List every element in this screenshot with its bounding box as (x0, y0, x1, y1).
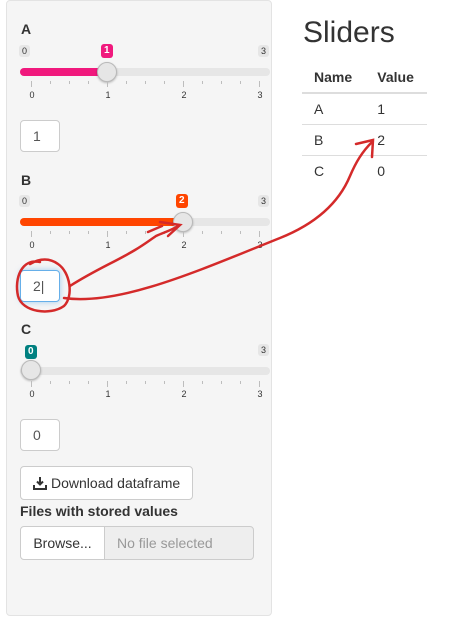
slider-a-minor-tick (145, 81, 146, 84)
slider-b-value-badge: 2 (176, 194, 188, 208)
slider-a-minor-tick (164, 81, 165, 84)
slider-a-tick (183, 81, 184, 87)
column-header-value: Value (365, 62, 427, 94)
slider-c-minor-tick (88, 381, 89, 384)
slider-a-fill (20, 68, 107, 76)
slider-b-tick (183, 231, 184, 237)
slider-b-minor-tick (50, 231, 51, 234)
slider-a-tick-label: 0 (29, 90, 35, 100)
slider-a-tick-label: 3 (257, 90, 263, 100)
download-dataframe-button[interactable]: Download dataframe (20, 466, 193, 500)
slider-a-tick-label: 2 (181, 90, 187, 100)
files-label: Files with stored values (20, 503, 178, 519)
slider-c-tick-label: 0 (29, 389, 35, 399)
slider-a-tick-label: 1 (105, 90, 111, 100)
slider-b-minor-tick (240, 231, 241, 234)
table-cell-value: 2 (365, 124, 427, 156)
slider-a-minor-tick (88, 81, 89, 84)
slider-b-min-label: 0 (19, 195, 31, 207)
table-cell-value: 1 (365, 93, 427, 125)
table-row: A 1 (302, 93, 427, 125)
page-title: Sliders (303, 16, 395, 49)
slider-a-value-badge: 1 (101, 44, 113, 58)
slider-c-minor-tick (221, 381, 222, 384)
slider-c-minor-tick (240, 381, 241, 384)
slider-a-minor-tick (240, 81, 241, 84)
sidebar-panel: A 0 3 1 0 1 2 3 1 B 0 3 2 0 1 2 3 2| C 3… (6, 0, 272, 616)
slider-c-max-label: 3 (258, 344, 270, 356)
table-cell-name: A (302, 93, 366, 125)
slider-a-max-label: 3 (258, 45, 270, 57)
slider-c-label: C (21, 321, 32, 337)
table-cell-name: C (314, 163, 325, 179)
slider-b-handle[interactable] (173, 212, 193, 232)
slider-a-track[interactable] (20, 68, 270, 76)
slider-b-minor-tick (126, 231, 127, 234)
table-row: B 2 (302, 124, 427, 156)
slider-a-tick (107, 81, 108, 87)
slider-a-minor-tick (221, 81, 222, 84)
slider-c-tick (31, 381, 32, 387)
slider-c-minor-tick (69, 381, 70, 384)
slider-c-minor-tick (145, 381, 146, 384)
slider-b-tick (31, 231, 32, 237)
slider-b-minor-tick (69, 231, 70, 234)
slider-b-max-label: 3 (258, 195, 270, 207)
slider-b-label: B (21, 172, 32, 188)
slider-c-minor-tick (126, 381, 127, 384)
slider-a-tick (259, 81, 260, 87)
slider-b-tick-label: 3 (257, 240, 263, 250)
slider-c-tick-label: 1 (105, 389, 111, 399)
slider-c-handle[interactable] (21, 360, 41, 380)
slider-a-minor-tick (126, 81, 127, 84)
download-icon (33, 477, 47, 490)
slider-c-number-input[interactable]: 0 (20, 419, 60, 451)
slider-b-minor-tick (88, 231, 89, 234)
table-row: C 0 (302, 156, 427, 187)
slider-b-tick-label: 2 (181, 240, 187, 250)
slider-c-tick-label: 3 (257, 389, 263, 399)
slider-a-handle[interactable] (97, 62, 117, 82)
column-header-name: Name (302, 62, 366, 94)
slider-a-min-label: 0 (19, 45, 31, 57)
slider-c-tick (107, 381, 108, 387)
slider-b-tick-label: 0 (29, 240, 35, 250)
slider-b-minor-tick (202, 231, 203, 234)
file-name-field[interactable]: No file selected (104, 526, 254, 560)
table-cell-name: B (302, 124, 366, 156)
slider-b-tick-label: 1 (105, 240, 111, 250)
slider-a-label: A (21, 21, 32, 37)
slider-a-number-input[interactable]: 1 (20, 120, 60, 152)
slider-a-minor-tick (69, 81, 70, 84)
slider-a-minor-tick (202, 81, 203, 84)
slider-c-tick (259, 381, 260, 387)
slider-c-minor-tick (202, 381, 203, 384)
slider-a-tick (31, 81, 32, 87)
slider-c-minor-tick (50, 381, 51, 384)
slider-c-track[interactable] (20, 367, 270, 375)
slider-b-minor-tick (145, 231, 146, 234)
table-cell-value: 0 (377, 163, 386, 179)
browse-button[interactable]: Browse... (20, 526, 105, 560)
slider-b-number-input[interactable]: 2| (20, 270, 60, 302)
slider-a-minor-tick (50, 81, 51, 84)
slider-b-tick (259, 231, 260, 237)
slider-b-fill (20, 218, 183, 226)
table-header-row: Name Value (302, 62, 427, 94)
slider-c-minor-tick (164, 381, 165, 384)
slider-c-tick-label: 2 (181, 389, 187, 399)
slider-b-minor-tick (164, 231, 165, 234)
slider-b-tick (107, 231, 108, 237)
slider-b-track[interactable] (20, 218, 270, 226)
slider-c-tick (183, 381, 184, 387)
slider-b-minor-tick (221, 231, 222, 234)
values-table: Name Value A 1 B 2 C 0 (302, 62, 427, 186)
download-button-label: Download dataframe (51, 475, 181, 491)
slider-c-value-badge: 0 (25, 345, 37, 359)
